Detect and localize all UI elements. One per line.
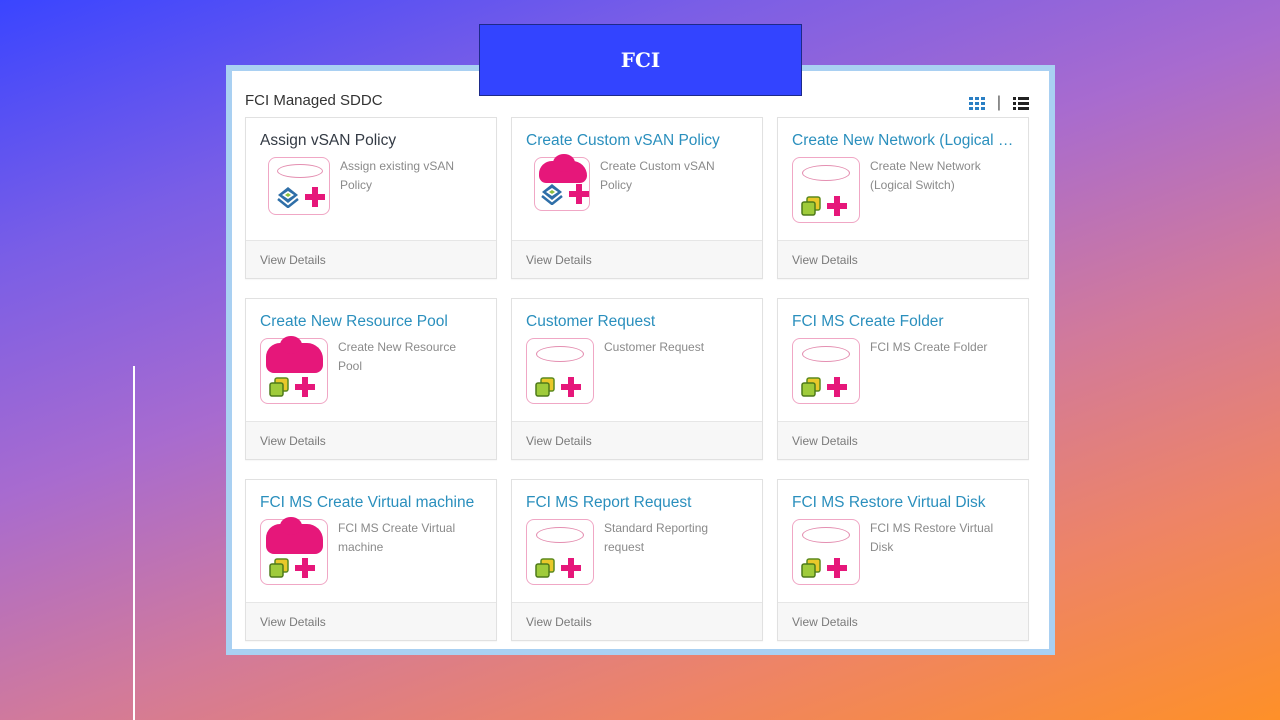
view-details-link[interactable]: View Details xyxy=(246,421,496,459)
view-separator: | xyxy=(996,94,1001,111)
view-details-link[interactable]: View Details xyxy=(512,240,762,278)
card-thumbnail xyxy=(260,517,328,585)
vmware-icon xyxy=(801,196,821,216)
view-toggle: | xyxy=(968,94,1029,111)
plus-icon xyxy=(295,377,315,397)
catalog-card-fci-ms-report-request[interactable]: FCI MS Report Request Standard Reporting xyxy=(511,479,763,641)
card-description: Create New Network (Logical Switch) xyxy=(870,159,981,192)
card-title[interactable]: FCI MS Create Virtual machine xyxy=(260,492,482,514)
card-title[interactable]: Create Custom vSAN Policy xyxy=(526,130,748,152)
card-thumbnail xyxy=(534,154,590,211)
card-title[interactable]: FCI MS Restore Virtual Disk xyxy=(792,492,1014,514)
view-details-link[interactable]: View Details xyxy=(778,602,1028,640)
catalog-grid: Assign vSAN Policy Assign existing vSAN … xyxy=(245,117,1029,641)
card-description: Create New Resource Pool xyxy=(338,340,457,373)
catalog-card-fci-ms-restore-virtual-disk[interactable]: FCI MS Restore Virtual Disk FCI MS Resto… xyxy=(777,479,1029,641)
list-view-icon[interactable] xyxy=(1013,96,1029,110)
banner-title: FCI xyxy=(620,48,661,72)
card-description: FCI MS Restore Virtual Disk xyxy=(870,521,994,554)
catalog-card-customer-request[interactable]: Customer Request Customer Request View D… xyxy=(511,298,763,460)
view-details-link[interactable]: View Details xyxy=(246,240,496,278)
view-details-link[interactable]: View Details xyxy=(512,602,762,640)
card-title[interactable]: Create New Resource Pool xyxy=(260,311,482,333)
plus-icon xyxy=(305,187,325,207)
card-thumbnail xyxy=(792,338,860,404)
card-title[interactable]: FCI MS Report Request xyxy=(526,492,748,514)
vmware-icon xyxy=(801,558,821,578)
catalog-panel: FCI Managed SDDC | Assign vSAN Policy As… xyxy=(226,65,1055,655)
vmware-icon xyxy=(269,558,289,578)
plus-icon xyxy=(827,558,847,578)
catalog-card-fci-ms-create-folder[interactable]: FCI MS Create Folder FCI MS Create Folde… xyxy=(777,298,1029,460)
plus-icon xyxy=(827,196,847,216)
vmware-icon xyxy=(801,377,821,397)
view-details-link[interactable]: View Details xyxy=(778,421,1028,459)
view-details-link[interactable]: View Details xyxy=(246,602,496,640)
plus-icon xyxy=(561,558,581,578)
view-details-link[interactable]: View Details xyxy=(778,240,1028,278)
card-thumbnail xyxy=(792,157,860,223)
vmware-icon xyxy=(269,377,289,397)
card-thumbnail xyxy=(526,519,594,585)
panel-heading: FCI Managed SDDC xyxy=(245,92,383,109)
card-thumbnail xyxy=(268,157,330,215)
catalog-card-create-new-resource-pool[interactable]: Create New Resource Pool Create New Reso… xyxy=(245,298,497,460)
plus-icon xyxy=(295,558,315,578)
card-title[interactable]: FCI MS Create Folder xyxy=(792,311,1014,333)
card-title[interactable]: Customer Request xyxy=(526,311,748,333)
card-thumbnail xyxy=(260,336,328,404)
card-description: Assign existing vSAN Policy xyxy=(340,159,455,192)
catalog-card-fci-ms-create-virtual-machine[interactable]: FCI MS Create Virtual machine FCI MS Cre… xyxy=(245,479,497,641)
card-title[interactable]: Create New Network (Logical Switch) xyxy=(792,130,1014,152)
catalog-card-create-custom-vsan-policy[interactable]: Create Custom vSAN Policy Create Custom … xyxy=(511,117,763,279)
vmware-icon xyxy=(535,377,555,397)
card-description: FCI MS Create Folder xyxy=(870,340,988,354)
title-banner: FCI xyxy=(479,24,802,96)
decorative-line xyxy=(133,366,135,720)
card-description: Customer Request xyxy=(604,340,705,354)
card-description: FCI MS Create Virtual machine xyxy=(338,521,456,554)
card-title[interactable]: Assign vSAN Policy xyxy=(260,130,482,152)
card-description: Standard Reporting request xyxy=(604,521,709,554)
card-thumbnail xyxy=(526,338,594,404)
plus-icon xyxy=(561,377,581,397)
vsan-icon xyxy=(541,184,563,205)
card-thumbnail xyxy=(792,519,860,585)
plus-icon xyxy=(569,184,589,204)
card-description: Create Custom vSAN Policy xyxy=(600,159,715,192)
catalog-card-create-new-network[interactable]: Create New Network (Logical Switch) Crea… xyxy=(777,117,1029,279)
vsan-icon xyxy=(277,187,299,208)
grid-view-icon[interactable] xyxy=(968,96,985,110)
catalog-card-assign-vsan-policy[interactable]: Assign vSAN Policy Assign existing vSAN … xyxy=(245,117,497,279)
view-details-link[interactable]: View Details xyxy=(512,421,762,459)
plus-icon xyxy=(827,377,847,397)
vmware-icon xyxy=(535,558,555,578)
